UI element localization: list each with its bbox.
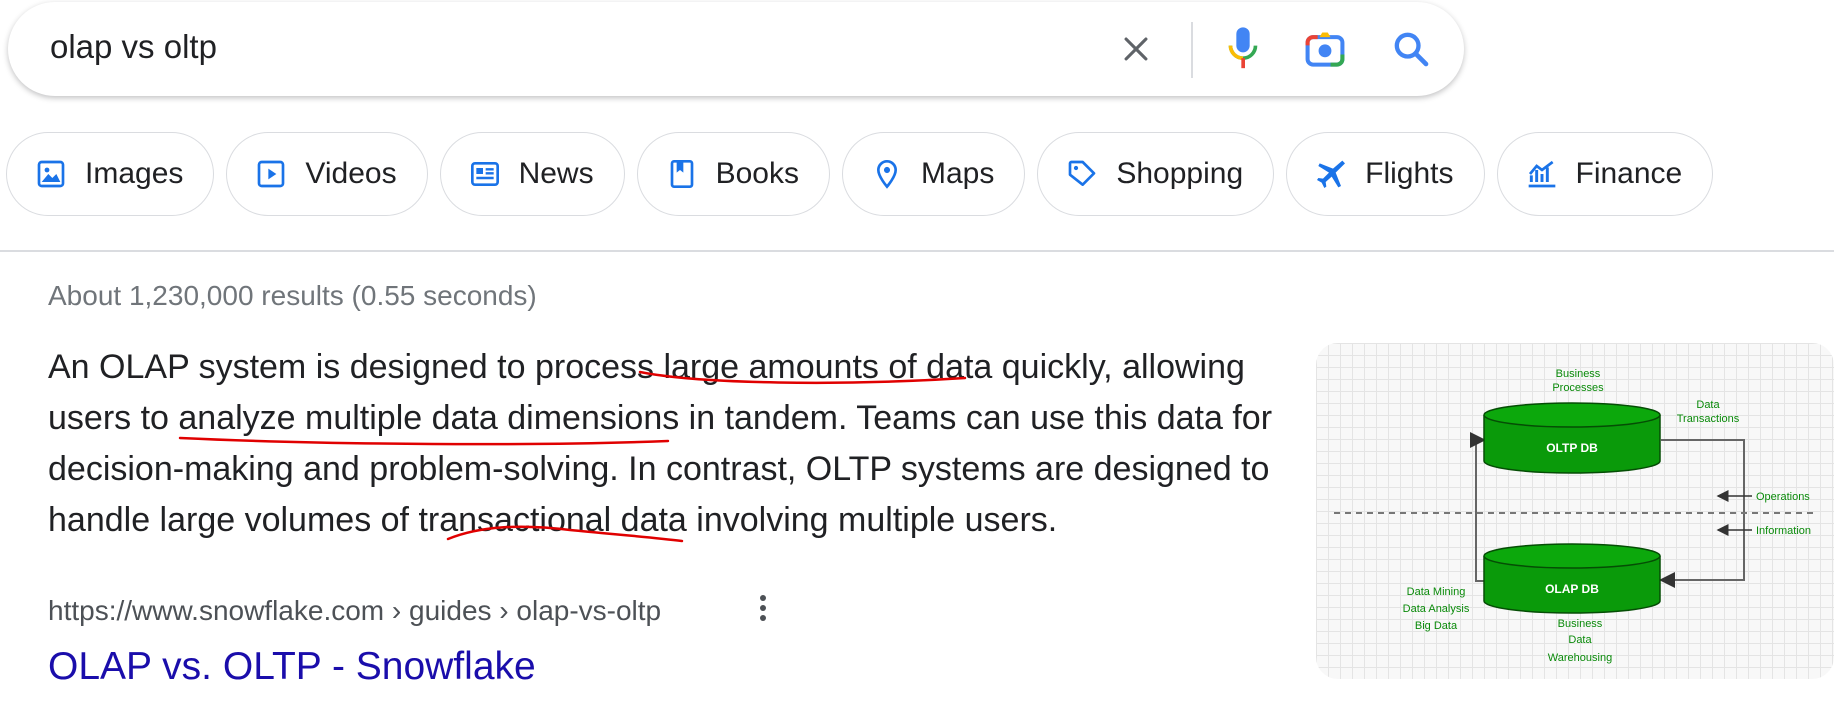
svg-text:Warehousing: Warehousing	[1548, 652, 1612, 664]
featured-snippet-text: An OLAP system is designed to process la…	[48, 342, 1288, 546]
snippet-line: decision-making and problem-solving. In …	[48, 450, 1270, 488]
chip-videos[interactable]: Videos	[226, 132, 428, 216]
result-title-link[interactable]: OLAP vs. OLTP - Snowflake	[48, 645, 536, 689]
search-divider	[1191, 22, 1193, 78]
operations-label: Operations	[1756, 491, 1810, 503]
chip-label: Videos	[305, 157, 397, 190]
oltp-db-label: OLTP DB	[1546, 441, 1598, 455]
search-input[interactable]: olap vs oltp	[50, 28, 217, 66]
video-icon	[258, 160, 285, 188]
tag-icon	[1069, 160, 1096, 186]
more-options-icon[interactable]	[748, 590, 778, 630]
search-icon[interactable]	[1386, 24, 1436, 74]
chip-label: Shopping	[1116, 157, 1244, 190]
chip-label: Maps	[920, 157, 995, 190]
search-bar[interactable]: olap vs oltp	[8, 2, 1464, 96]
map-pin-icon	[876, 159, 897, 189]
chip-flights[interactable]: Flights	[1286, 132, 1485, 216]
snippet-line: users to analyze multiple data dimension…	[48, 399, 1273, 437]
clear-icon[interactable]	[1111, 24, 1161, 74]
olap-db-cylinder	[1483, 543, 1661, 614]
data-mining-label: Data Mining	[1407, 586, 1466, 598]
information-label: Information	[1756, 525, 1811, 537]
svg-text:Big Data: Big Data	[1415, 620, 1458, 632]
chip-finance[interactable]: Finance	[1496, 132, 1714, 216]
chip-label: News	[518, 157, 594, 190]
olap-db-label: OLAP DB	[1545, 582, 1599, 596]
business-data-warehousing-label: Business	[1558, 618, 1603, 630]
chip-news[interactable]: News	[439, 132, 625, 216]
snippet-thumbnail-image[interactable]: OLTP DB OLAP DB Business Processes Data …	[1316, 343, 1834, 679]
business-processes-label: Business	[1556, 368, 1601, 380]
chip-shopping[interactable]: Shopping	[1037, 132, 1275, 216]
data-transactions-label: Data	[1696, 399, 1720, 411]
oltp-db-cylinder	[1483, 402, 1661, 474]
chip-maps[interactable]: Maps	[841, 132, 1026, 216]
chip-label: Books	[715, 157, 799, 190]
svg-text:Data: Data	[1568, 634, 1592, 646]
search-filter-chips: Images Videos News Books Maps Shopping F…	[6, 132, 1714, 216]
chart-icon	[1528, 160, 1555, 188]
snippet-line: handle large volumes of transactional da…	[48, 501, 1058, 539]
book-icon	[670, 160, 693, 188]
header-divider	[0, 250, 1834, 252]
result-stats: About 1,230,000 results (0.55 seconds)	[48, 280, 537, 311]
snippet-line: An OLAP system is designed to process la…	[48, 348, 1245, 386]
plane-icon	[1317, 160, 1346, 188]
chip-label: Flights	[1365, 157, 1454, 190]
chip-label: Images	[85, 157, 184, 190]
result-url[interactable]: https://www.snowflake.com › guides › ola…	[48, 595, 661, 627]
image-icon	[37, 160, 65, 188]
svg-text:Processes: Processes	[1552, 382, 1604, 394]
chip-label: Finance	[1575, 157, 1683, 190]
news-icon	[470, 162, 499, 186]
chip-books[interactable]: Books	[636, 132, 830, 216]
svg-text:Data Analysis: Data Analysis	[1403, 603, 1470, 615]
svg-text:Transactions: Transactions	[1677, 413, 1740, 425]
chip-images[interactable]: Images	[6, 132, 215, 216]
mic-icon[interactable]	[1218, 24, 1268, 74]
camera-icon[interactable]	[1300, 24, 1350, 74]
